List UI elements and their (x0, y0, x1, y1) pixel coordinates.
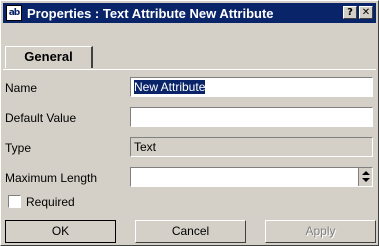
window-title: Properties : Text Attribute New Attribut… (27, 5, 274, 21)
type-field: Text (130, 137, 373, 157)
default-value-label: Default Value (5, 111, 77, 125)
tab-general[interactable]: General (5, 46, 93, 68)
required-label: Required (26, 195, 75, 209)
maximum-length-stepper[interactable] (358, 168, 372, 186)
ok-button[interactable]: OK (5, 220, 116, 243)
help-button[interactable]: ? (343, 6, 357, 19)
default-value-field[interactable] (130, 107, 373, 127)
maximum-length-field[interactable] (130, 167, 373, 187)
maximum-length-label: Maximum Length (5, 171, 98, 185)
close-button[interactable]: ✕ (359, 6, 373, 19)
title-bar[interactable]: ab Properties : Text Attribute New Attri… (3, 3, 376, 23)
attribute-icon: ab (6, 5, 22, 21)
required-checkbox[interactable] (8, 195, 21, 208)
name-field[interactable]: New Attribute (130, 77, 373, 97)
properties-dialog: ab Properties : Text Attribute New Attri… (0, 0, 379, 246)
cancel-button[interactable]: Cancel (135, 220, 246, 243)
apply-button[interactable]: Apply (265, 220, 376, 243)
type-label: Type (5, 141, 32, 155)
spin-down-icon[interactable] (362, 178, 370, 182)
name-label: Name (5, 81, 38, 95)
spin-up-icon[interactable] (362, 171, 370, 175)
name-value: New Attribute (134, 80, 206, 94)
